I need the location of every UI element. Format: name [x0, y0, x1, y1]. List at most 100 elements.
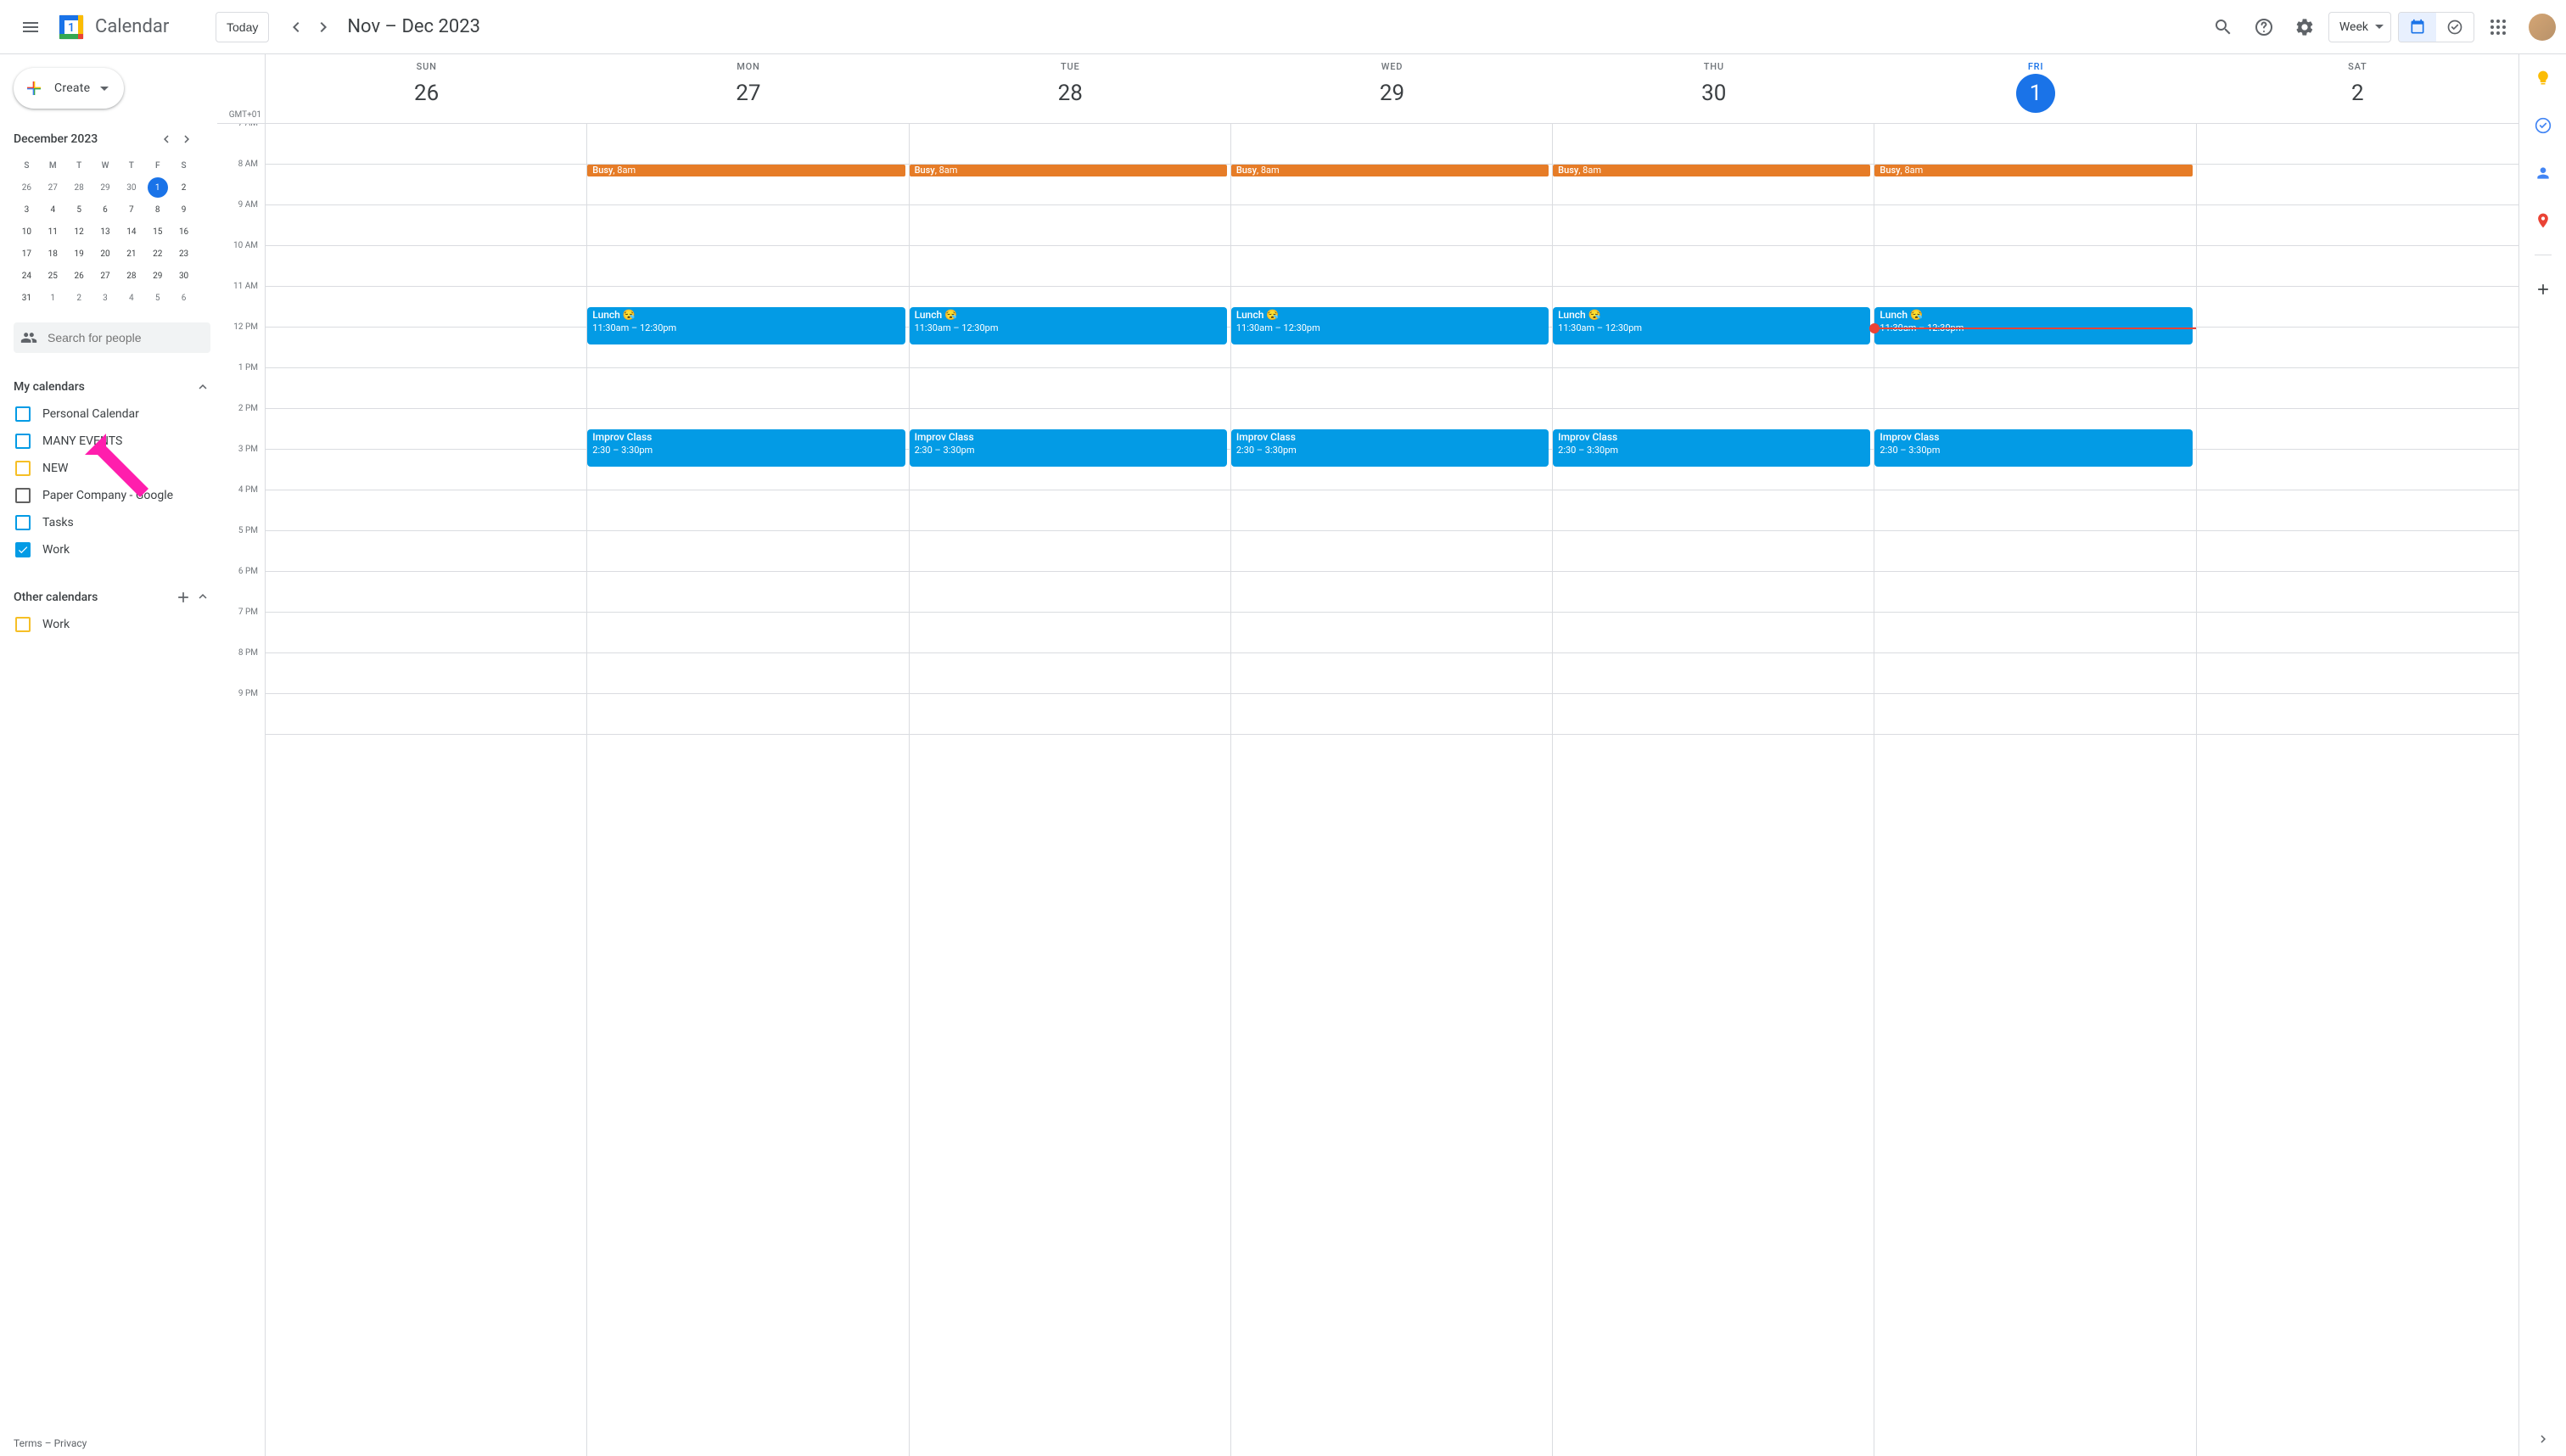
mini-day[interactable]: 28: [69, 177, 89, 198]
mini-next-month-button[interactable]: [176, 129, 197, 149]
mini-day[interactable]: 10: [16, 221, 36, 242]
get-addons-button[interactable]: [2526, 272, 2560, 306]
mini-day[interactable]: 27: [42, 177, 63, 198]
support-button[interactable]: [2247, 10, 2281, 44]
mini-day[interactable]: 21: [121, 244, 142, 264]
calendar-item[interactable]: Work: [14, 536, 210, 563]
calendar-checkbox[interactable]: [15, 406, 31, 422]
event-busy[interactable]: Busy, 8am: [1874, 165, 2192, 176]
calendar-checkbox[interactable]: [15, 617, 31, 632]
main-menu-button[interactable]: [10, 7, 51, 48]
calendar-checkbox[interactable]: [15, 488, 31, 503]
tasks-view-toggle[interactable]: [2436, 13, 2474, 42]
mini-day[interactable]: 5: [148, 288, 168, 308]
event-improv[interactable]: Improv Class2:30 – 3:30pm: [587, 429, 905, 467]
mini-day[interactable]: 4: [121, 288, 142, 308]
calendar-item[interactable]: Work: [14, 611, 210, 638]
today-button[interactable]: Today: [216, 12, 269, 42]
mini-day[interactable]: 3: [95, 288, 115, 308]
keep-addon[interactable]: [2526, 61, 2560, 95]
day-number[interactable]: 28: [1050, 74, 1090, 113]
day-header[interactable]: SUN26: [266, 54, 587, 123]
mini-day[interactable]: 23: [174, 244, 194, 264]
mini-day[interactable]: 27: [95, 266, 115, 286]
calendar-checkbox[interactable]: [15, 461, 31, 476]
mini-day[interactable]: 19: [69, 244, 89, 264]
day-number[interactable]: 2: [2338, 74, 2377, 113]
day-column[interactable]: Busy, 8amLunch 😪11:30am – 12:30pmImprov …: [1231, 124, 1553, 1456]
day-header[interactable]: SAT2: [2197, 54, 2518, 123]
mini-day[interactable]: 8: [148, 199, 168, 220]
collapse-panel-button[interactable]: [2526, 1422, 2560, 1456]
day-column[interactable]: [266, 124, 587, 1456]
contacts-addon[interactable]: [2526, 156, 2560, 190]
privacy-link[interactable]: Privacy: [54, 1437, 87, 1449]
day-header[interactable]: THU30: [1553, 54, 1874, 123]
day-column[interactable]: Busy, 8am Lunch 😪11:30am – 12:30pm Improv …: [1553, 124, 1874, 1456]
prev-week-button[interactable]: [283, 14, 310, 41]
calendar-checkbox[interactable]: [15, 542, 31, 557]
mini-day[interactable]: 6: [95, 199, 115, 220]
event-busy[interactable]: Busy, 8am: [910, 165, 1227, 176]
mini-day[interactable]: 13: [95, 221, 115, 242]
mini-day[interactable]: 9: [174, 199, 194, 220]
mini-day[interactable]: 12: [69, 221, 89, 242]
tasks-addon[interactable]: [2526, 109, 2560, 143]
event-lunch[interactable]: Lunch 😪11:30am – 12:30pm: [1874, 307, 2192, 344]
mini-day[interactable]: 11: [42, 221, 63, 242]
event-improv[interactable]: Improv Class2:30 – 3:30pm: [1874, 429, 2192, 467]
mini-day[interactable]: 7: [121, 199, 142, 220]
mini-day[interactable]: 2: [174, 177, 194, 198]
calendar-item[interactable]: Tasks: [14, 509, 210, 536]
settings-button[interactable]: [2288, 10, 2322, 44]
mini-day[interactable]: 3: [16, 199, 36, 220]
search-people-field[interactable]: [14, 322, 210, 353]
mini-day[interactable]: 1: [148, 177, 168, 198]
mini-day[interactable]: 26: [16, 177, 36, 198]
day-header[interactable]: FRI1: [1874, 54, 2196, 123]
day-header[interactable]: TUE28: [910, 54, 1231, 123]
mini-day[interactable]: 2: [69, 288, 89, 308]
my-calendars-header[interactable]: My calendars: [14, 373, 210, 400]
calendar-item[interactable]: Paper Company - Google: [14, 482, 210, 509]
mini-day[interactable]: 31: [16, 288, 36, 308]
account-avatar[interactable]: [2529, 14, 2556, 41]
calendar-item[interactable]: MANY EVENTS: [14, 428, 210, 455]
mini-day[interactable]: 18: [42, 244, 63, 264]
other-calendars-header[interactable]: Other calendars: [14, 584, 210, 611]
day-column[interactable]: Busy, 8am Lunch 😪11:30am – 12:30pm Improv …: [1874, 124, 2196, 1456]
calendar-view-toggle[interactable]: [2399, 13, 2436, 42]
mini-day[interactable]: 4: [42, 199, 63, 220]
calendar-logo[interactable]: 1 Calendar: [51, 10, 169, 44]
event-improv[interactable]: Improv Class2:30 – 3:30pm: [1553, 429, 1870, 467]
day-number[interactable]: 29: [1372, 74, 1411, 113]
event-improv[interactable]: Improv Class2:30 – 3:30pm: [910, 429, 1227, 467]
view-selector[interactable]: Week: [2328, 12, 2391, 42]
mini-day[interactable]: 28: [121, 266, 142, 286]
calendar-item[interactable]: Personal Calendar: [14, 400, 210, 428]
event-lunch[interactable]: Lunch 😪11:30am – 12:30pm: [910, 307, 1227, 344]
mini-day[interactable]: 17: [16, 244, 36, 264]
event-improv[interactable]: Improv Class2:30 – 3:30pm: [1231, 429, 1549, 467]
next-week-button[interactable]: [310, 14, 337, 41]
mini-day[interactable]: 22: [148, 244, 168, 264]
day-column[interactable]: Busy, 8amLunch 😪11:30am – 12:30pmImprov …: [587, 124, 909, 1456]
mini-day[interactable]: 30: [174, 266, 194, 286]
mini-day[interactable]: 29: [95, 177, 115, 198]
event-busy[interactable]: Busy, 8am: [1231, 165, 1549, 176]
create-button[interactable]: Create: [14, 68, 124, 109]
day-number[interactable]: 27: [729, 74, 768, 113]
mini-prev-month-button[interactable]: [156, 129, 176, 149]
day-header[interactable]: WED29: [1231, 54, 1553, 123]
mini-day[interactable]: 6: [174, 288, 194, 308]
mini-day[interactable]: 5: [69, 199, 89, 220]
mini-day[interactable]: 30: [121, 177, 142, 198]
day-number[interactable]: 30: [1695, 74, 1734, 113]
calendar-checkbox[interactable]: [15, 515, 31, 530]
event-busy[interactable]: Busy, 8am: [1553, 165, 1870, 176]
mini-day[interactable]: 29: [148, 266, 168, 286]
mini-day[interactable]: 1: [42, 288, 63, 308]
event-lunch[interactable]: Lunch 😪11:30am – 12:30pm: [1553, 307, 1870, 344]
mini-day[interactable]: 25: [42, 266, 63, 286]
mini-day[interactable]: 14: [121, 221, 142, 242]
